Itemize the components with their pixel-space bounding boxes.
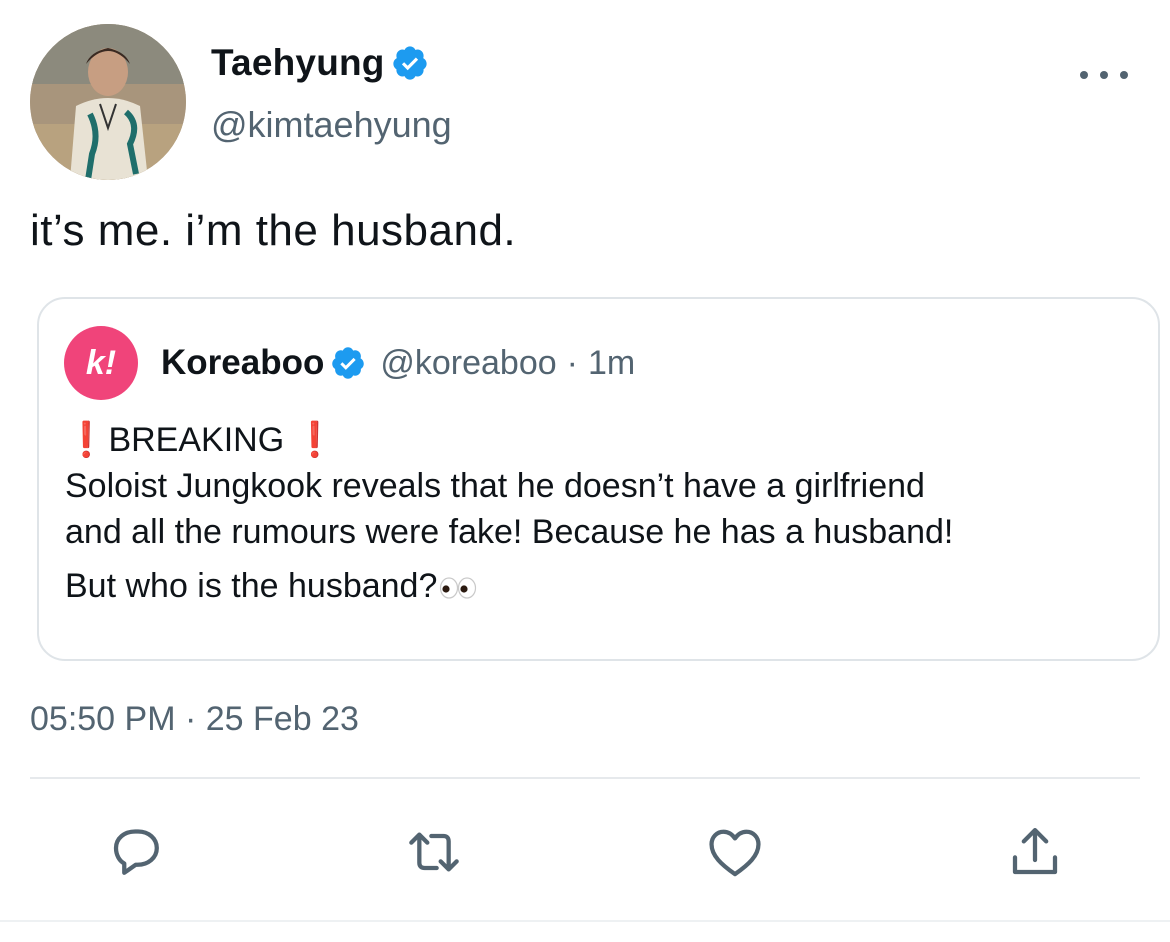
quoted-tweet-card[interactable]: k! Koreaboo @koreaboo · 1m ❗ BREAKING ❗ …	[37, 297, 1160, 661]
divider	[30, 777, 1140, 779]
bottom-divider	[0, 920, 1170, 922]
more-dot-icon	[1120, 71, 1128, 79]
tweet-action-bar	[0, 816, 1170, 886]
verified-badge-icon	[391, 44, 429, 82]
author-handle[interactable]: @kimtaehyung	[211, 104, 452, 146]
separator-dot: ·	[566, 343, 578, 382]
quoted-handle[interactable]: @koreaboo	[380, 344, 556, 383]
exclamation-emoji-icon: ❗	[65, 421, 108, 459]
koreaboo-avatar[interactable]: k!	[64, 326, 138, 400]
quoted-age[interactable]: 1m	[588, 344, 635, 383]
share-icon	[1012, 828, 1058, 875]
quoted-question-line: But who is the husband?	[65, 563, 1145, 609]
share-button[interactable]	[1003, 820, 1067, 884]
quoted-body-line: and all the rumours were fake! Because h…	[65, 513, 954, 551]
reply-icon	[113, 829, 159, 875]
eyes-emoji-icon	[439, 576, 477, 600]
more-dot-icon	[1100, 71, 1108, 79]
quoted-tweet-body: ❗ BREAKING ❗ Soloist Jungkook reveals th…	[65, 417, 1145, 609]
more-dot-icon	[1080, 71, 1088, 79]
quoted-display-name[interactable]: Koreaboo	[161, 343, 324, 383]
reply-button[interactable]	[104, 820, 168, 884]
quoted-question: But who is the husband?	[65, 567, 438, 605]
quoted-tweet-header: Koreaboo @koreaboo · 1m	[161, 339, 635, 387]
like-button[interactable]	[703, 820, 767, 884]
retweet-icon	[409, 832, 459, 872]
tweet-text: it’s me. i’m the husband.	[30, 206, 517, 255]
tweet-timestamp[interactable]: 05:50 PM · 25 Feb 23	[30, 700, 359, 739]
like-icon	[709, 829, 761, 877]
retweet-button[interactable]	[402, 820, 466, 884]
exclamation-emoji-icon: ❗	[293, 421, 336, 459]
koreaboo-logo: k!	[85, 343, 117, 382]
profile-photo	[30, 24, 186, 180]
separator-dot: ·	[184, 700, 197, 738]
author-name-row: Taehyung	[211, 38, 429, 88]
quoted-headline-line: ❗ BREAKING ❗	[65, 417, 1145, 463]
author-display-name[interactable]: Taehyung	[211, 42, 385, 84]
tweet-date: 25 Feb 23	[205, 700, 359, 738]
verified-badge-icon	[330, 345, 366, 381]
quoted-headline: BREAKING	[108, 421, 285, 459]
tweet-time: 05:50 PM	[30, 700, 176, 738]
quoted-body-line: Soloist Jungkook reveals that he doesn’t…	[65, 467, 925, 505]
more-options-button[interactable]	[1080, 60, 1128, 90]
author-avatar[interactable]	[30, 24, 186, 180]
